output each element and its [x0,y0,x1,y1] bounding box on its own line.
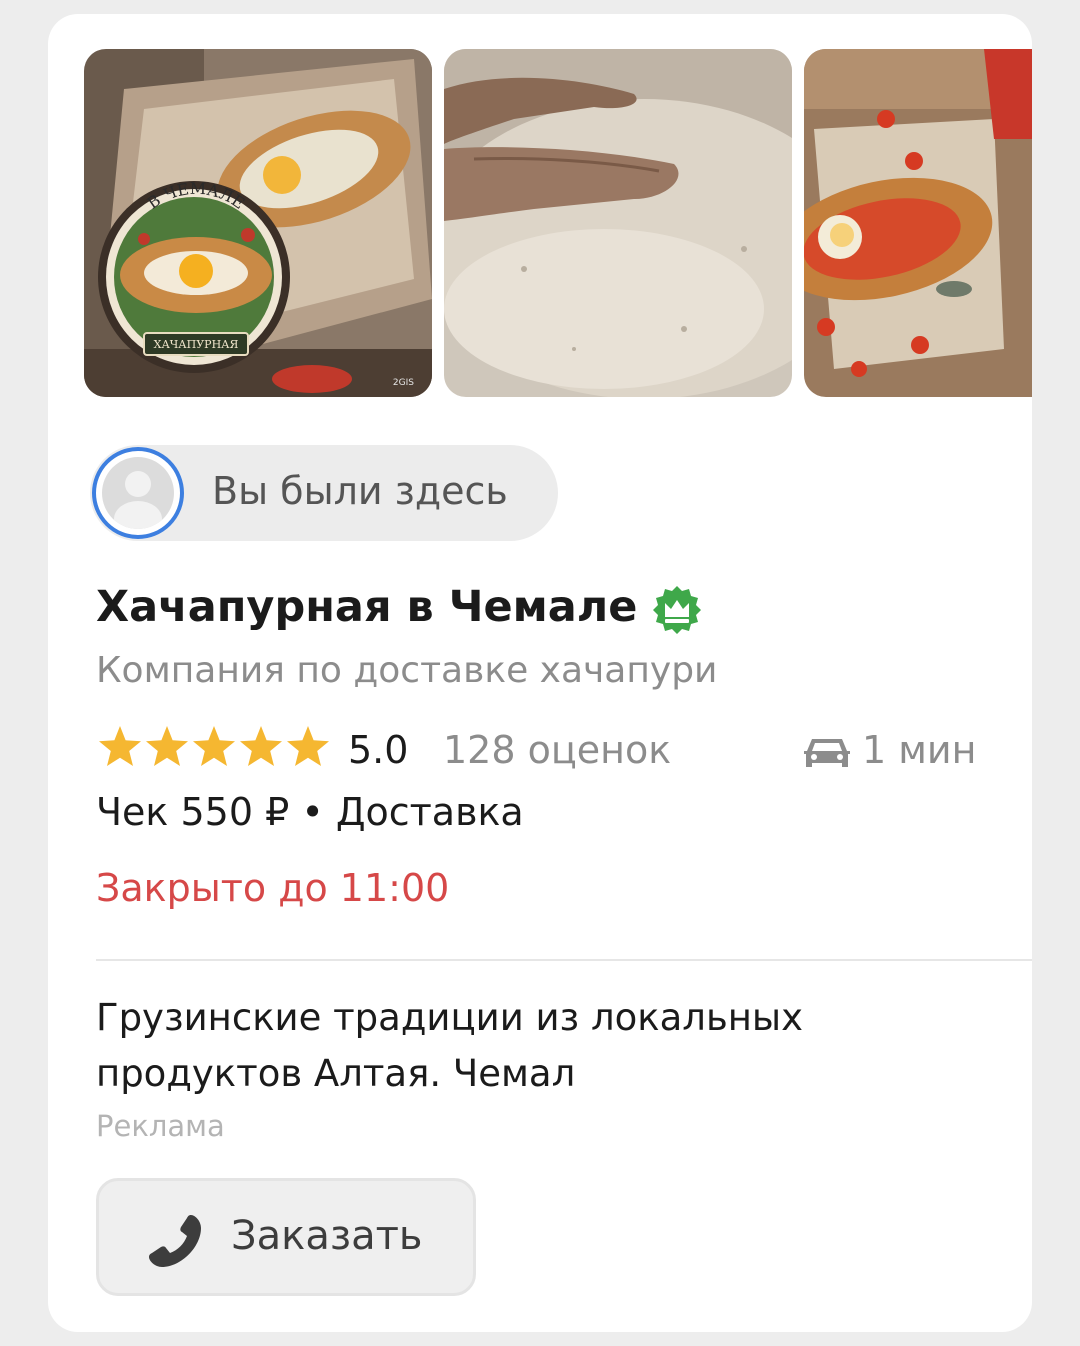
car-icon [804,739,850,767]
rating-stars[interactable] [96,724,334,772]
star-icon [146,726,188,766]
user-avatar [92,447,184,539]
khachapuri-tomato-photo [804,49,1032,397]
place-title-row: Хачапурная в Чемале [96,582,703,638]
ad-description: Грузинские традиции из локальных продукт… [96,996,804,1095]
rating-value: 5.0 [348,728,409,772]
gallery-photo-2[interactable] [444,49,792,397]
gallery-photo-3[interactable] [804,49,1032,397]
star-icon [193,726,235,766]
order-button-label: Заказать [231,1213,423,1259]
place-category: Компания по доставке хачапури [96,650,718,691]
dough-kneading-photo [444,49,792,397]
divider [96,959,1032,961]
photo-gallery[interactable]: ХАЧАПУРНАЯ В ЧЕМАЛЕ 2GIS [84,49,1032,397]
star-icon [287,726,329,766]
rating-count[interactable]: 128 оценок [443,728,671,772]
star-icon [99,726,141,766]
travel-time: 1 мин [862,728,977,772]
ad-label: Реклама [96,1109,225,1143]
rating-row: 5.0 128 оценок 1 мин [96,722,996,776]
visited-label: Вы были здесь [212,469,508,513]
svg-text:ХАЧАПУРНАЯ: ХАЧАПУРНАЯ [154,338,239,351]
star-icon [240,726,282,766]
verified-crown-badge-icon[interactable] [651,584,703,636]
visited-here-chip[interactable]: Вы были здесь [90,445,558,541]
user-avatar-icon [102,457,174,529]
place-card[interactable]: ХАЧАПУРНАЯ В ЧЕМАЛЕ 2GIS Вы были здесь Х… [48,14,1032,1332]
phone-icon [149,1215,201,1267]
opening-status[interactable]: Закрыто до 11:00 [96,866,449,910]
place-name[interactable]: Хачапурная в Чемале [96,582,637,632]
order-button[interactable]: Заказать [96,1178,476,1296]
price-and-delivery: Чек 550 ₽ • Доставка [96,790,524,834]
khachapuri-logo-photo: ХАЧАПУРНАЯ В ЧЕМАЛЕ 2GIS [84,49,432,397]
gallery-photo-1[interactable]: ХАЧАПУРНАЯ В ЧЕМАЛЕ 2GIS [84,49,432,397]
svg-text:2GIS: 2GIS [393,378,414,388]
